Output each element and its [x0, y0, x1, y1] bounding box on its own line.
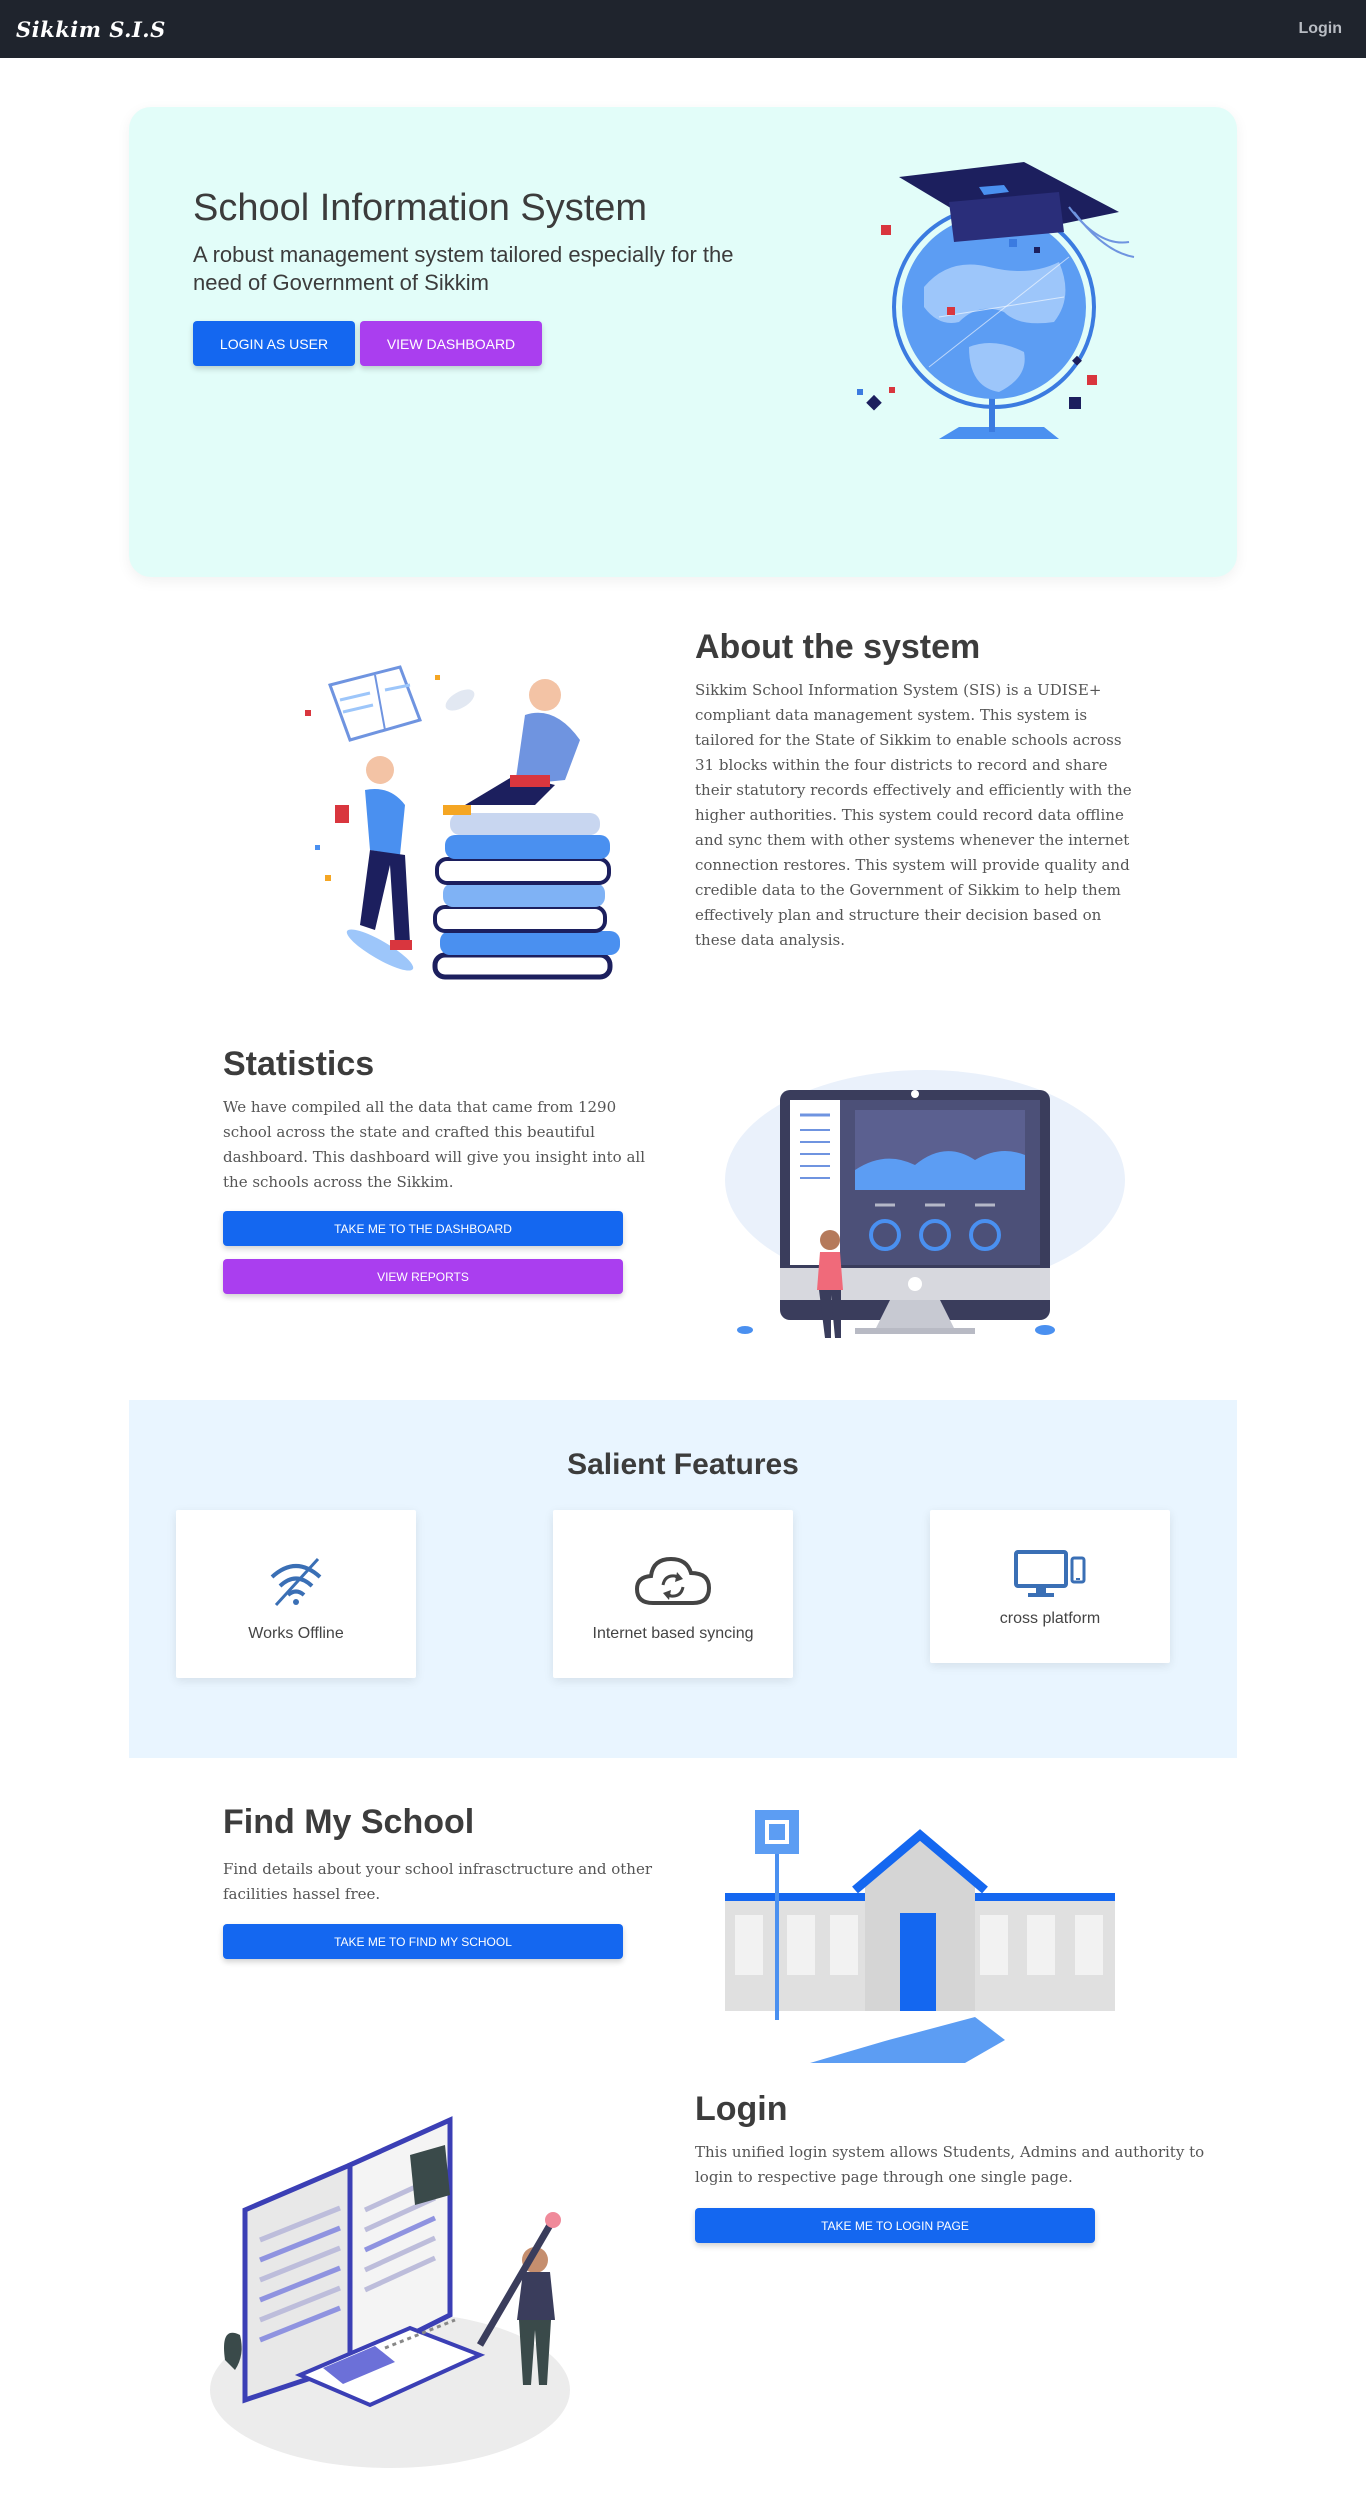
take-me-to-dashboard-button[interactable]: TAKE ME TO THE DASHBOARD	[223, 1211, 623, 1246]
school-building-illustration	[725, 1810, 1115, 2063]
find-my-school-button[interactable]: TAKE ME TO FIND MY SCHOOL	[223, 1924, 623, 1959]
statistics-description: We have compiled all the data that came …	[223, 1098, 646, 1191]
devices-icon	[930, 1550, 1170, 1598]
feature-card-cross-platform: cross platform	[930, 1510, 1170, 1663]
take-me-to-login-page-button[interactable]: TAKE ME TO LOGIN PAGE	[695, 2208, 1095, 2243]
login-description: This unified login system allows Student…	[695, 2143, 1205, 2186]
wifi-off-icon	[176, 1555, 416, 1607]
brand-logo[interactable]: Sikkim S.I.S	[16, 17, 166, 42]
about-title: About the system	[695, 628, 981, 666]
student-writing-illustration	[210, 2116, 570, 2468]
globe-graduation-cap-illustration	[857, 162, 1135, 439]
statistics-title: Statistics	[223, 1045, 375, 1083]
hero-section: School Information System A robust manag…	[129, 107, 1237, 577]
about-description: Sikkim School Information System (SIS) i…	[695, 681, 1132, 949]
feature-card-internet-syncing: Internet based syncing	[553, 1510, 793, 1678]
login-as-user-button[interactable]: LOGIN AS USER	[193, 321, 355, 366]
view-dashboard-button[interactable]: VIEW DASHBOARD	[360, 321, 542, 366]
navbar: Sikkim S.I.S Login	[0, 0, 1366, 58]
hero-subtitle: A robust management system tailored espe…	[193, 242, 734, 295]
view-reports-button[interactable]: VIEW REPORTS	[223, 1259, 623, 1294]
students-reading-illustration	[305, 665, 620, 980]
features-title: Salient Features	[567, 1448, 799, 1481]
feature-label: Internet based syncing	[592, 1625, 754, 1642]
feature-card-works-offline: Works Offline	[176, 1510, 416, 1678]
feature-label: cross platform	[999, 1610, 1101, 1627]
feature-label: Works Offline	[248, 1625, 344, 1642]
find-school-title: Find My School	[223, 1803, 475, 1841]
dashboard-monitor-illustration	[725, 1070, 1125, 1338]
find-school-description: Find details about your school infrasctr…	[223, 1860, 652, 1903]
salient-features-section: Salient Features Works Offline Internet …	[129, 1400, 1237, 1758]
cloud-sync-icon	[553, 1555, 793, 1607]
login-title: Login	[695, 2090, 788, 2128]
nav-login-link[interactable]: Login	[1298, 20, 1342, 38]
hero-title: School Information System	[193, 187, 648, 229]
